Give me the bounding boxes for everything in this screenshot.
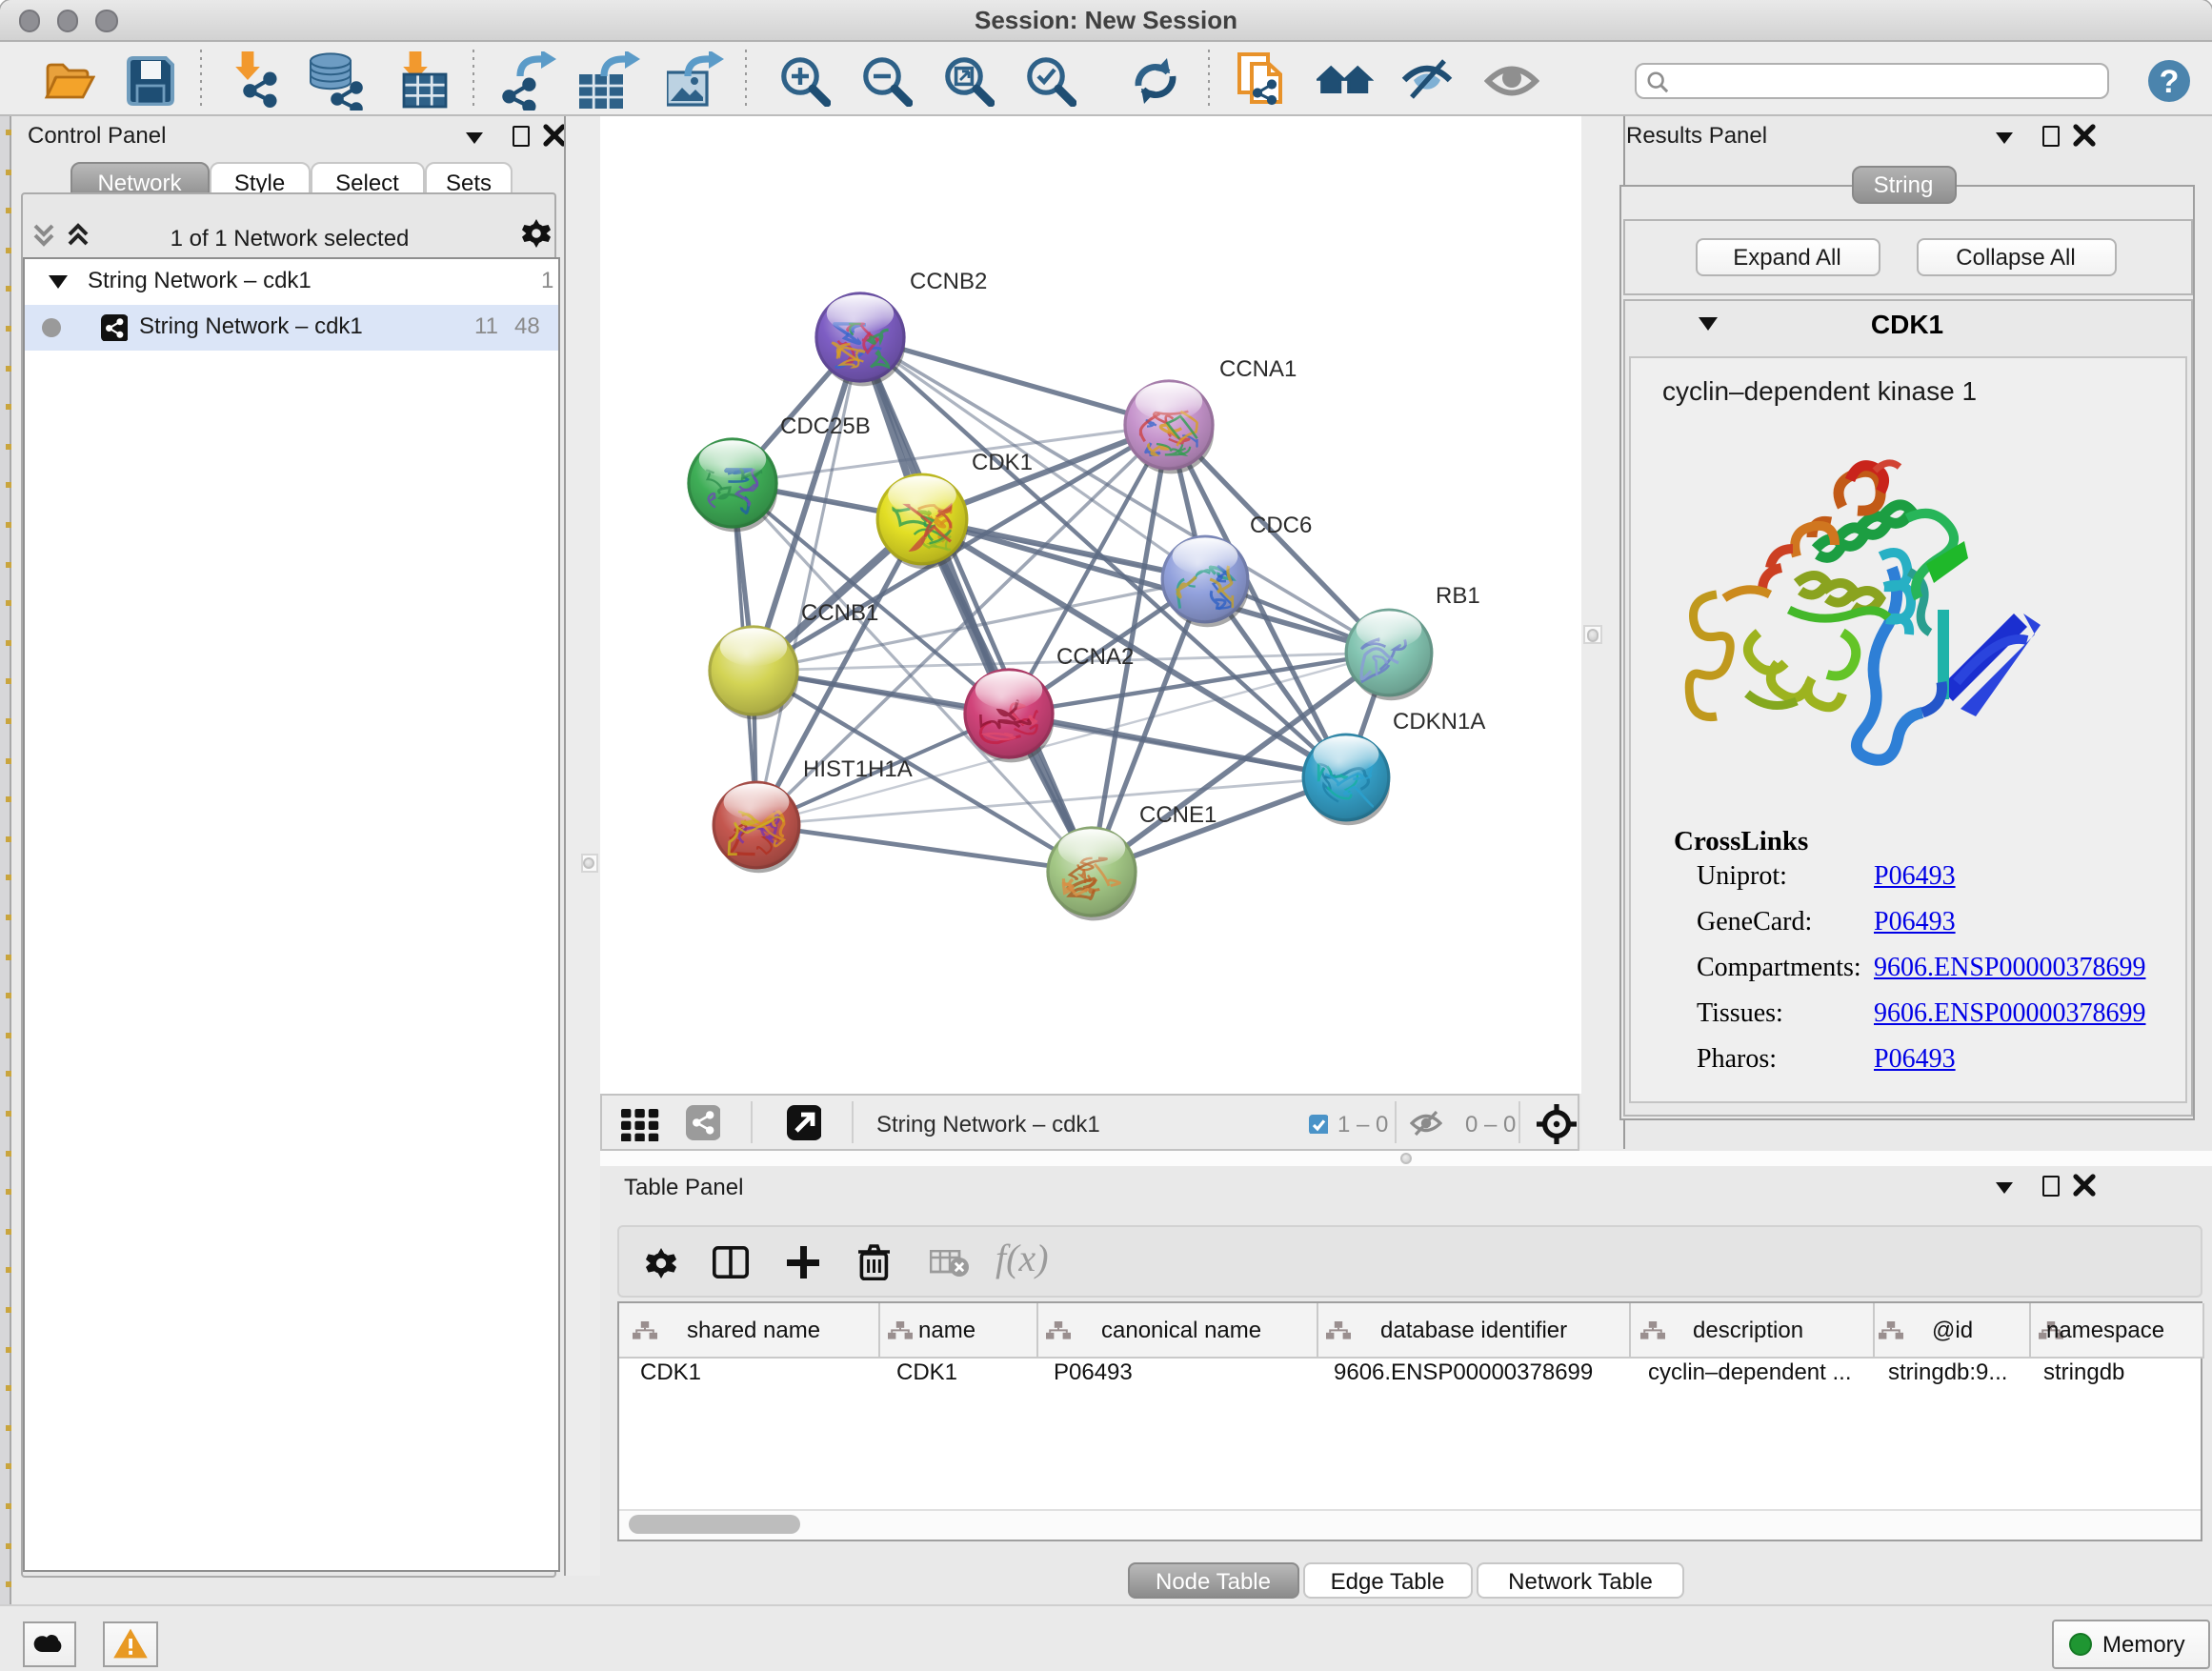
svg-text:CCNB2: CCNB2 xyxy=(909,269,986,294)
svg-text:CDC6: CDC6 xyxy=(1249,513,1311,538)
svg-text:HIST1H1A: HIST1H1A xyxy=(802,756,912,782)
svg-text:CDK1: CDK1 xyxy=(971,450,1032,475)
svg-text:CCNA2: CCNA2 xyxy=(1056,644,1133,670)
svg-text:CCNA1: CCNA1 xyxy=(1218,356,1296,382)
svg-text:?: ? xyxy=(2160,63,2180,99)
svg-text:CCNE1: CCNE1 xyxy=(1138,802,1216,828)
svg-text:CCNB1: CCNB1 xyxy=(800,600,877,626)
svg-text:RB1: RB1 xyxy=(1435,583,1479,609)
svg-text:CDC25B: CDC25B xyxy=(779,413,870,439)
svg-text:CDKN1A: CDKN1A xyxy=(1392,709,1484,735)
